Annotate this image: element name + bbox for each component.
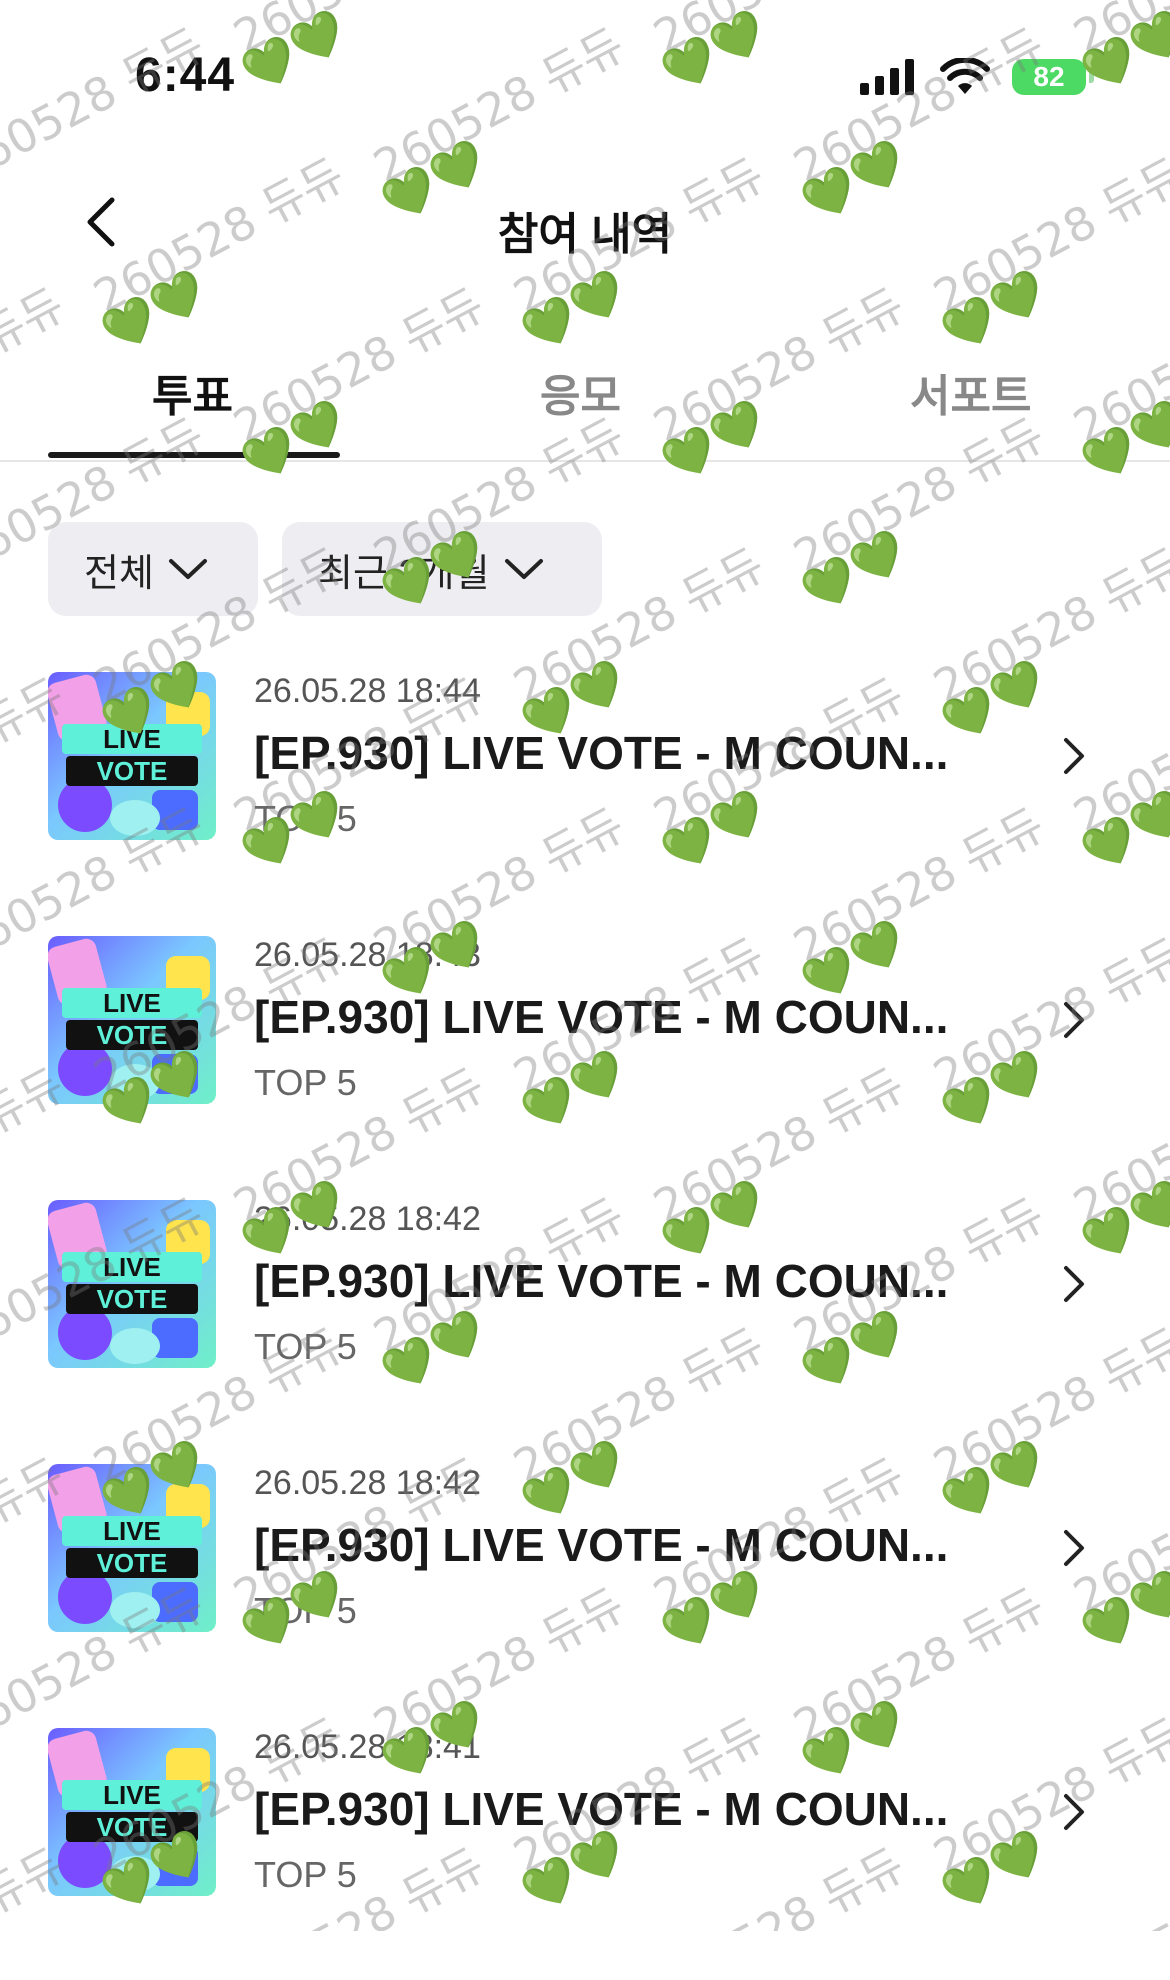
filter-all-label: 전체 xyxy=(84,552,154,595)
item-title: [EP.930] LIVE VOTE - M COUN... xyxy=(254,1255,949,1307)
item-date: 26.05.28 18:43 xyxy=(254,936,481,974)
battery-level: 82 xyxy=(1033,61,1065,92)
thumbnail-live-text: LIVE xyxy=(62,1516,202,1546)
status-bar: 6:44 82 xyxy=(0,0,1170,150)
item-date: 26.05.28 18:42 xyxy=(254,1464,481,1502)
vote-thumbnail: LIVE VOTE xyxy=(48,1200,216,1368)
participation-list: LIVE VOTE 26.05.28 18:44 [EP.930] LIVE V… xyxy=(0,660,1170,1980)
vote-thumbnail: LIVE VOTE xyxy=(48,1464,216,1632)
chevron-right-icon xyxy=(1054,1254,1094,1314)
tab-support[interactable]: 서포트 xyxy=(910,360,1031,424)
list-item[interactable]: LIVE VOTE 26.05.28 18:42 [EP.930] LIVE V… xyxy=(0,1188,1170,1452)
thumbnail-live-text: LIVE xyxy=(62,988,202,1018)
filter-bar: 전체 최근 3개월 xyxy=(48,522,602,616)
filter-period-dropdown[interactable]: 최근 3개월 xyxy=(282,522,602,616)
signal-icon xyxy=(860,59,914,95)
item-subtitle: TOP 5 xyxy=(254,1590,357,1631)
thumbnail-vote-text: VOTE xyxy=(66,1548,198,1578)
vote-thumbnail: LIVE VOTE xyxy=(48,672,216,840)
battery-icon: 82 xyxy=(1012,59,1094,95)
chevron-down-icon xyxy=(504,559,543,579)
active-tab-indicator xyxy=(48,452,340,458)
item-date: 26.05.28 18:42 xyxy=(254,1200,481,1238)
chevron-right-icon xyxy=(1054,990,1094,1050)
thumbnail-live-text: LIVE xyxy=(62,1780,202,1810)
list-item[interactable]: LIVE VOTE 26.05.28 18:43 [EP.930] LIVE V… xyxy=(0,924,1170,1188)
status-icons: 82 xyxy=(860,58,1094,96)
filter-period-label: 최근 3개월 xyxy=(318,552,490,595)
item-date: 26.05.28 18:41 xyxy=(254,1728,481,1766)
tab-bar: 투표 응모 서포트 xyxy=(0,340,1170,462)
wifi-icon xyxy=(940,58,990,94)
list-item[interactable]: LIVE VOTE 26.05.28 18:42 [EP.930] LIVE V… xyxy=(0,1452,1170,1716)
nav-bar: 참여 내역 xyxy=(0,170,1170,280)
thumbnail-vote-text: VOTE xyxy=(66,1020,198,1050)
tab-entry[interactable]: 응모 xyxy=(540,360,621,424)
item-title: [EP.930] LIVE VOTE - M COUN... xyxy=(254,727,949,779)
heart-icon: 💚💚 xyxy=(794,524,915,619)
item-subtitle: TOP 5 xyxy=(254,1326,357,1367)
list-item[interactable]: LIVE VOTE 26.05.28 18:41 [EP.930] LIVE V… xyxy=(0,1716,1170,1980)
vote-thumbnail: LIVE VOTE xyxy=(48,1728,216,1896)
page-title: 참여 내역 xyxy=(497,210,673,259)
chevron-right-icon xyxy=(1054,726,1094,786)
chevron-right-icon xyxy=(1054,1782,1094,1842)
item-subtitle: TOP 5 xyxy=(254,1854,357,1895)
tab-vote[interactable]: 투표 xyxy=(152,360,233,424)
chevron-down-icon xyxy=(168,559,207,579)
thumbnail-live-text: LIVE xyxy=(62,1252,202,1282)
filter-all-dropdown[interactable]: 전체 xyxy=(48,522,258,616)
thumbnail-vote-text: VOTE xyxy=(66,756,198,786)
thumbnail-live-text: LIVE xyxy=(62,724,202,754)
item-title: [EP.930] LIVE VOTE - M COUN... xyxy=(254,1519,949,1571)
item-title: [EP.930] LIVE VOTE - M COUN... xyxy=(254,991,949,1043)
item-date: 26.05.28 18:44 xyxy=(254,672,481,710)
item-subtitle: TOP 5 xyxy=(254,798,357,839)
thumbnail-vote-text: VOTE xyxy=(66,1284,198,1314)
status-time: 6:44 xyxy=(135,49,236,102)
vote-thumbnail: LIVE VOTE xyxy=(48,936,216,1104)
item-title: [EP.930] LIVE VOTE - M COUN... xyxy=(254,1783,949,1835)
chevron-right-icon xyxy=(1054,1518,1094,1578)
item-subtitle: TOP 5 xyxy=(254,1062,357,1103)
thumbnail-vote-text: VOTE xyxy=(66,1812,198,1842)
list-item[interactable]: LIVE VOTE 26.05.28 18:44 [EP.930] LIVE V… xyxy=(0,660,1170,924)
